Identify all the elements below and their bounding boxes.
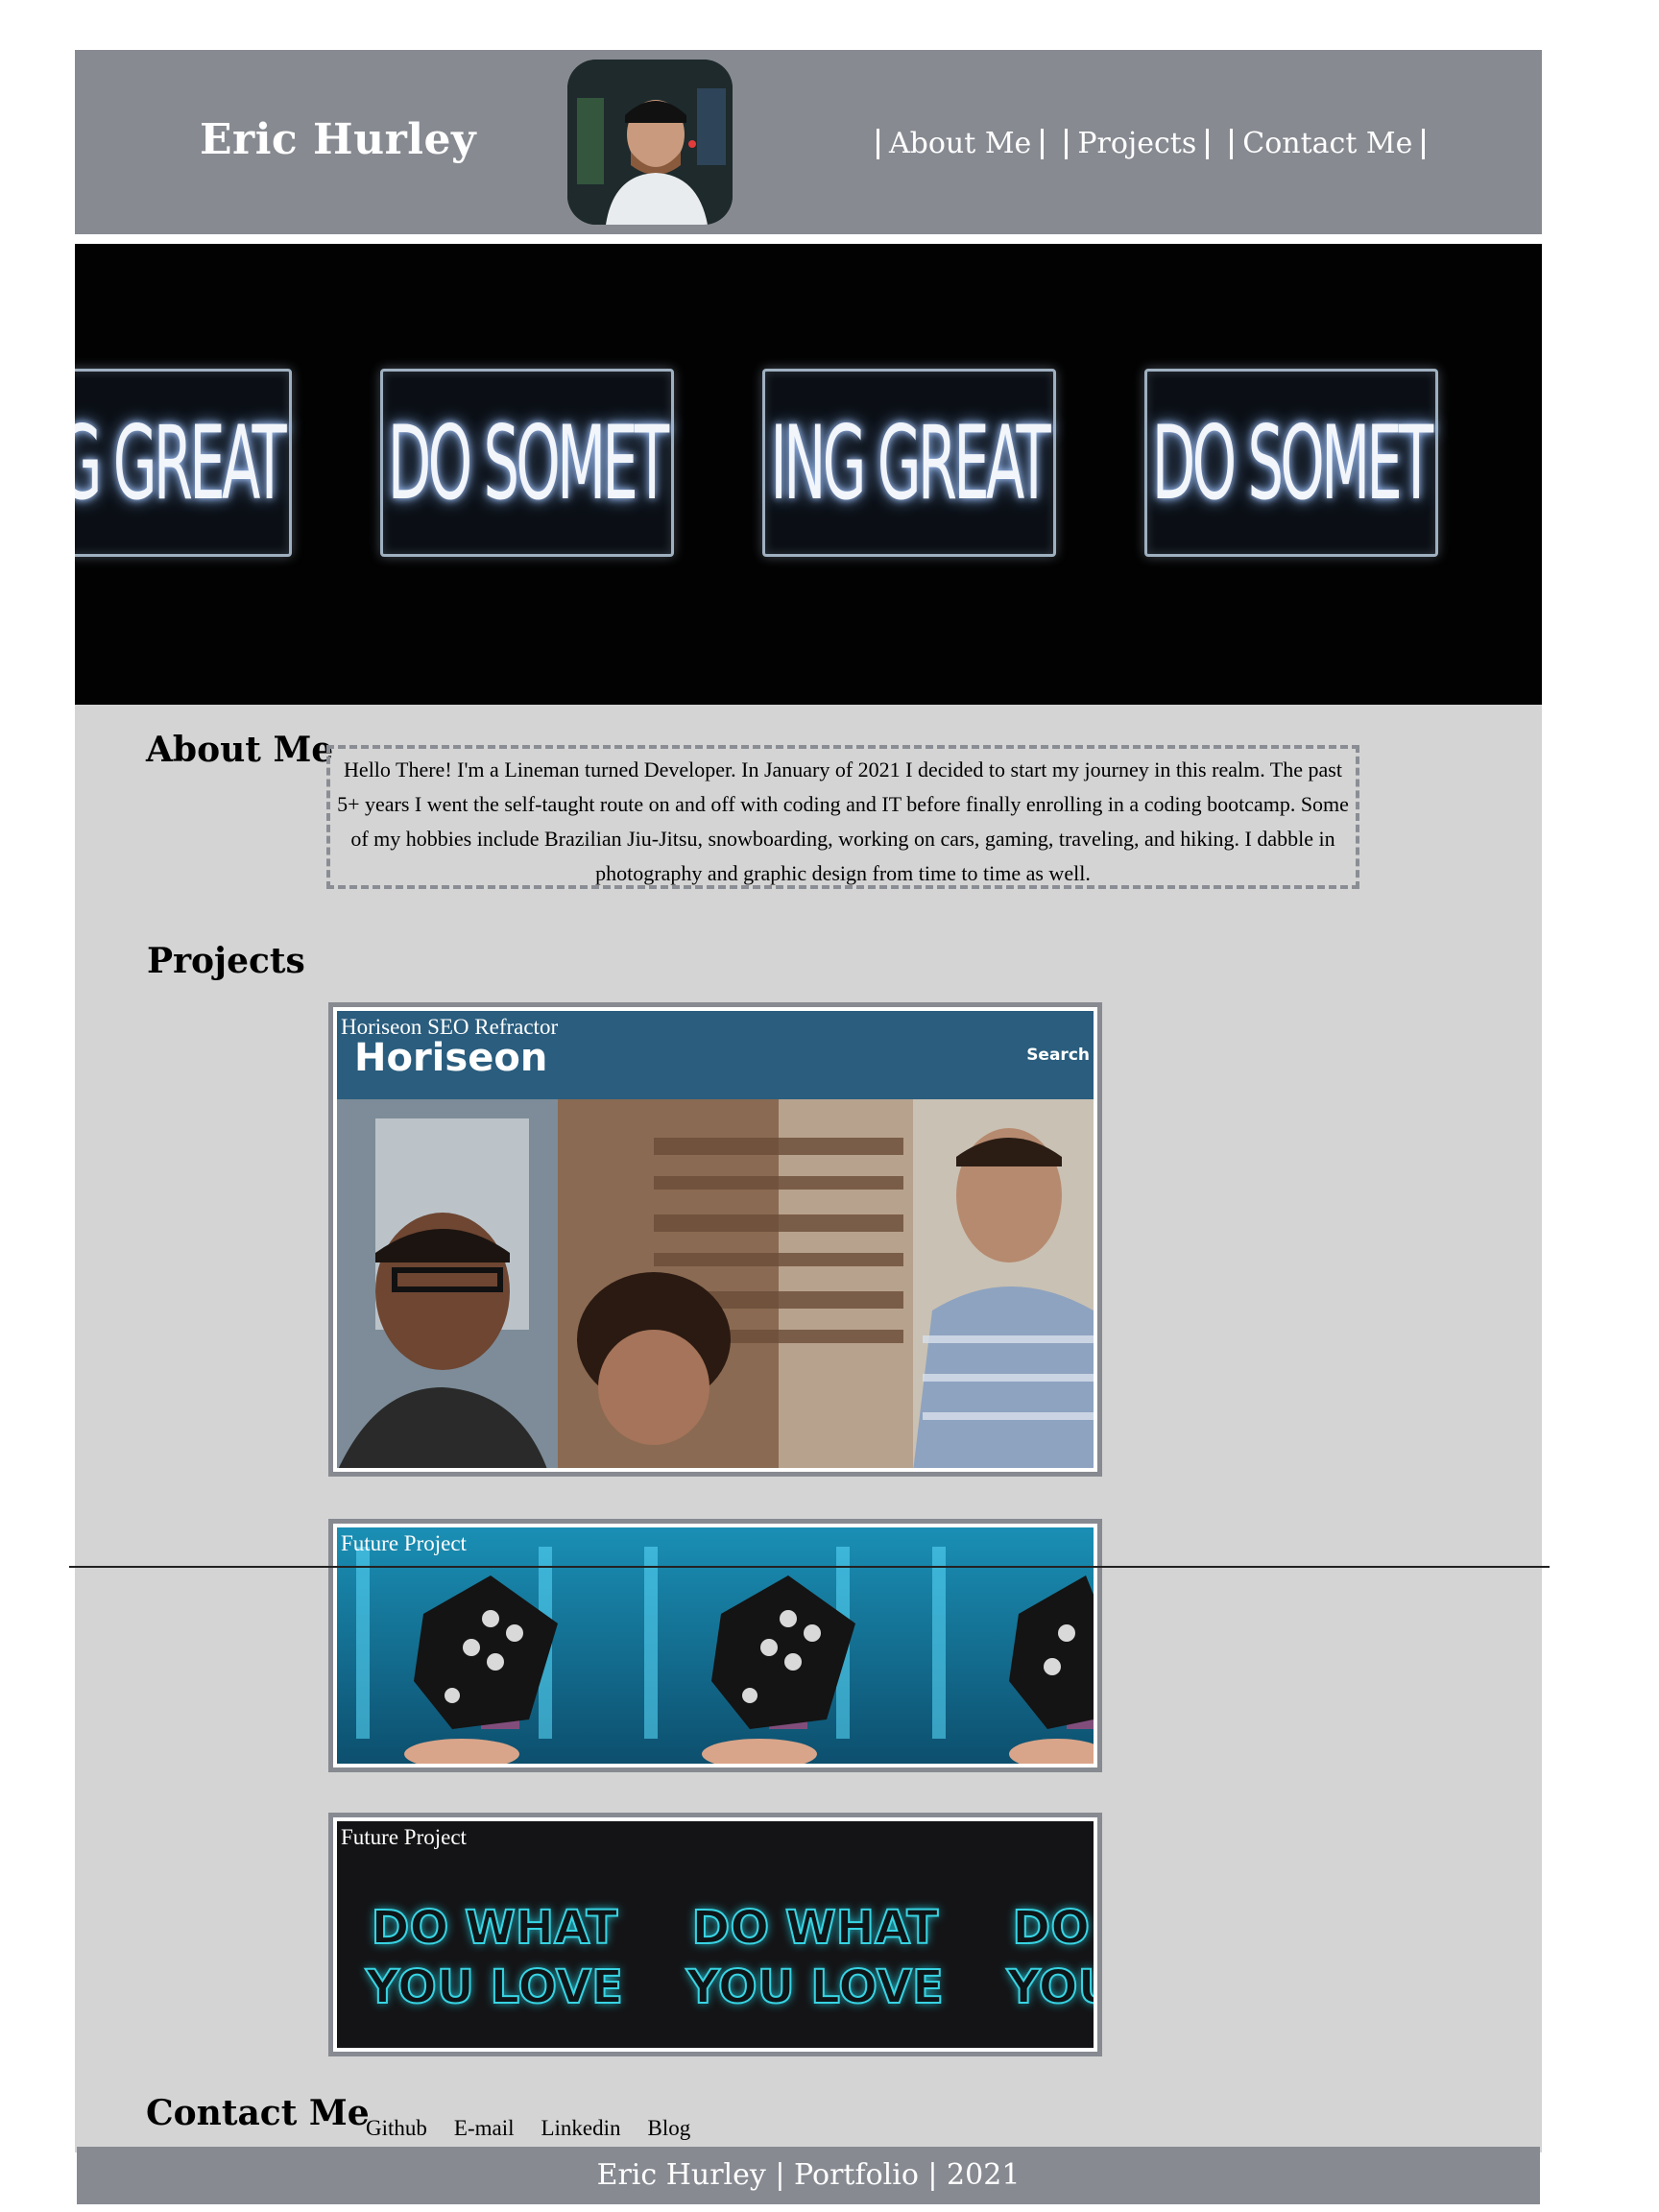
- profile-avatar: [567, 60, 733, 225]
- neon-sign: DO SOMET: [1144, 369, 1438, 557]
- project-card-horiseon[interactable]: Horiseon Search Horiseon SEO Refractor: [328, 1002, 1102, 1477]
- project-thumbnail: DO WHAT YOU LOVE DO WHAT YOU LOVE DO WHA…: [337, 1821, 1094, 2048]
- nav-projects[interactable]: Projects: [1065, 129, 1210, 159]
- contact-link-linkedin[interactable]: Linkedin: [541, 2116, 620, 2141]
- hero-banner: ING GREAT DO SOMET ING GREAT DO SOMET: [75, 244, 1542, 705]
- neon-love-signs: DO WHAT YOU LOVE DO WHAT YOU LOVE DO WHA…: [365, 1900, 1094, 2015]
- main-content: About Me Hello There! I'm a Lineman turn…: [69, 705, 1550, 2152]
- about-text: Hello There! I'm a Lineman turned Develo…: [326, 745, 1359, 889]
- horiseon-logo: Horiseon: [354, 1036, 548, 1080]
- horizontal-rule: [69, 1566, 1550, 1568]
- project-label: Future Project: [341, 1825, 467, 1849]
- site-title: Eric Hurley: [200, 115, 477, 164]
- contact-link-blog[interactable]: Blog: [648, 2116, 691, 2141]
- horiseon-search-link: Search: [1026, 1046, 1090, 1065]
- neon-sign: ING GREAT: [762, 369, 1056, 557]
- nav-about-me[interactable]: About Me: [877, 129, 1045, 159]
- contact-heading: Contact Me: [146, 2093, 370, 2133]
- project-thumbnail: Future Project: [337, 1527, 1094, 1764]
- project-label: Horiseon SEO Refractor: [341, 1015, 559, 1039]
- site-footer: Eric Hurley | Portfolio | 2021: [77, 2147, 1540, 2204]
- contact-link-github[interactable]: Github: [366, 2116, 427, 2141]
- main-nav: About Me Projects Contact Me: [877, 129, 1426, 159]
- projects-heading: Projects: [147, 941, 305, 981]
- about-heading: About Me: [146, 730, 334, 770]
- project-thumbnail: Horiseon Search Horiseon SEO Refractor: [337, 1011, 1094, 1468]
- nav-contact-me[interactable]: Contact Me: [1230, 129, 1426, 159]
- neon-sign: ING GREAT: [75, 369, 292, 557]
- project-label: Future Project: [341, 1531, 467, 1555]
- team-photo-illustration: [337, 1099, 1094, 1468]
- project-card-future-1[interactable]: Future Project: [328, 1519, 1102, 1772]
- neon-sign: DO SOMET: [380, 369, 674, 557]
- site-header: Eric Hurley About Me Projects Contact Me: [75, 50, 1542, 234]
- contact-link-email[interactable]: E-mail: [454, 2116, 515, 2141]
- project-card-future-2[interactable]: DO WHAT YOU LOVE DO WHAT YOU LOVE DO WHA…: [328, 1813, 1102, 2056]
- neon-sign-row: ING GREAT DO SOMET ING GREAT DO SOMET: [75, 369, 1438, 557]
- dice-illustration: [337, 1527, 1094, 1764]
- avatar-photo-illustration: [567, 60, 733, 225]
- contact-links: Github E-mail Linkedin Blog: [366, 2116, 690, 2141]
